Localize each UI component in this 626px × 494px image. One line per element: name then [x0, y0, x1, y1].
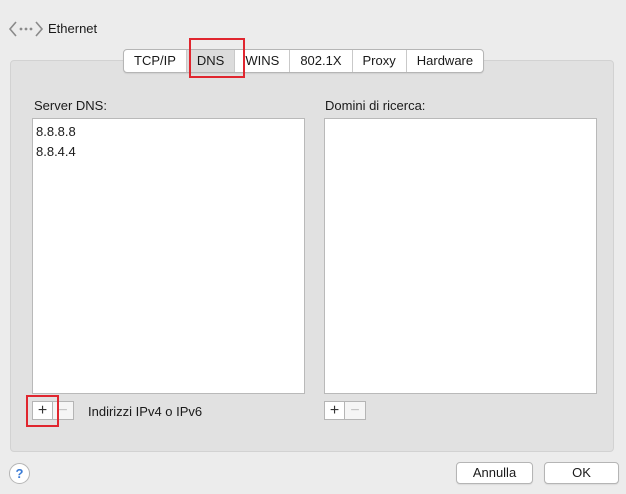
dns-hint-text: Indirizzi IPv4 o IPv6 — [88, 404, 203, 419]
highlight-add-button — [26, 395, 59, 427]
help-button[interactable]: ? — [9, 463, 30, 484]
dns-servers-label: Server DNS: — [34, 98, 107, 113]
tab-hardware[interactable]: Hardware — [407, 50, 483, 72]
tab-proxy[interactable]: Proxy — [353, 50, 407, 72]
window-title: Ethernet — [48, 21, 98, 36]
dns-server-item[interactable]: 8.8.8.8 — [36, 122, 304, 142]
search-domains-list[interactable] — [324, 118, 597, 394]
add-domain-button[interactable]: + — [324, 401, 345, 420]
cancel-button[interactable]: Annulla — [456, 462, 533, 484]
tab-8021x[interactable]: 802.1X — [290, 50, 353, 72]
dns-servers-list[interactable]: 8.8.8.8 8.8.4.4 — [32, 118, 305, 394]
domain-add-remove: + − — [324, 401, 366, 420]
remove-domain-button[interactable]: − — [345, 401, 366, 420]
tab-tcpip[interactable]: TCP/IP — [124, 50, 187, 72]
dns-server-item[interactable]: 8.8.4.4 — [36, 142, 304, 162]
network-icon — [8, 21, 44, 37]
tab-bar: TCP/IP DNS WINS 802.1X Proxy Hardware — [123, 49, 485, 73]
ok-button[interactable]: OK — [544, 462, 619, 484]
highlight-dns-tab — [189, 38, 245, 78]
search-domains-label: Domini di ricerca: — [325, 98, 426, 113]
